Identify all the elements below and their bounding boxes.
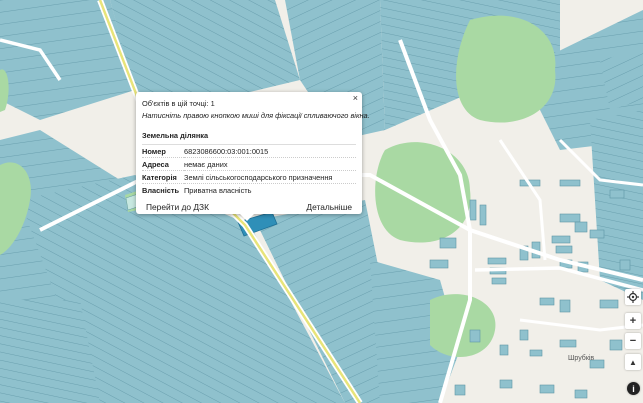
table-row: Номер 6823086600:03:001:0015	[142, 144, 356, 158]
property-value: Приватна власність	[184, 183, 356, 196]
property-key: Адреса	[142, 157, 184, 171]
info-button[interactable]: i	[627, 382, 640, 395]
property-key: Номер	[142, 144, 184, 158]
table-row: Адреса немає даних	[142, 157, 356, 171]
property-value: 6823086600:03:001:0015	[184, 144, 356, 158]
village-label: Шрубків	[568, 355, 595, 362]
popup-heading: Земельна ділянка	[142, 131, 209, 140]
locate-button[interactable]	[625, 289, 641, 305]
objects-count: Об'єктів в цій точці: 1	[142, 99, 215, 108]
property-value: Землі сільськогосподарського призначення	[184, 170, 356, 184]
property-key: Власність	[142, 183, 184, 196]
popup-actions: Перейти до ДЗК Детальніше	[142, 202, 356, 212]
details-link[interactable]: Детальніше	[306, 202, 352, 212]
property-key: Категорія	[142, 170, 184, 184]
popup-hint: Натисніть правою кнопкою миші для фіксац…	[142, 111, 370, 120]
table-row: Категорія Землі сільськогосподарського п…	[142, 170, 356, 184]
property-value: немає даних	[184, 157, 356, 171]
parcel-info-popup: × Об'єктів в цій точці: 1 Натисніть прав…	[136, 92, 370, 221]
goto-dzk-link[interactable]: Перейти до ДЗК	[146, 202, 209, 212]
parcel-block[interactable]	[110, 0, 300, 92]
zoom-in-button[interactable]: +	[625, 313, 641, 329]
table-row: Власність Приватна власність	[142, 183, 356, 196]
zoom-out-button[interactable]: −	[625, 333, 641, 349]
parcel-properties-table: Номер 6823086600:03:001:0015 Адреса нема…	[142, 144, 356, 196]
forest-area	[456, 15, 556, 123]
locate-icon	[627, 291, 639, 303]
north-arrow-button[interactable]: ▲	[625, 354, 641, 370]
close-icon[interactable]: ×	[353, 94, 358, 103]
